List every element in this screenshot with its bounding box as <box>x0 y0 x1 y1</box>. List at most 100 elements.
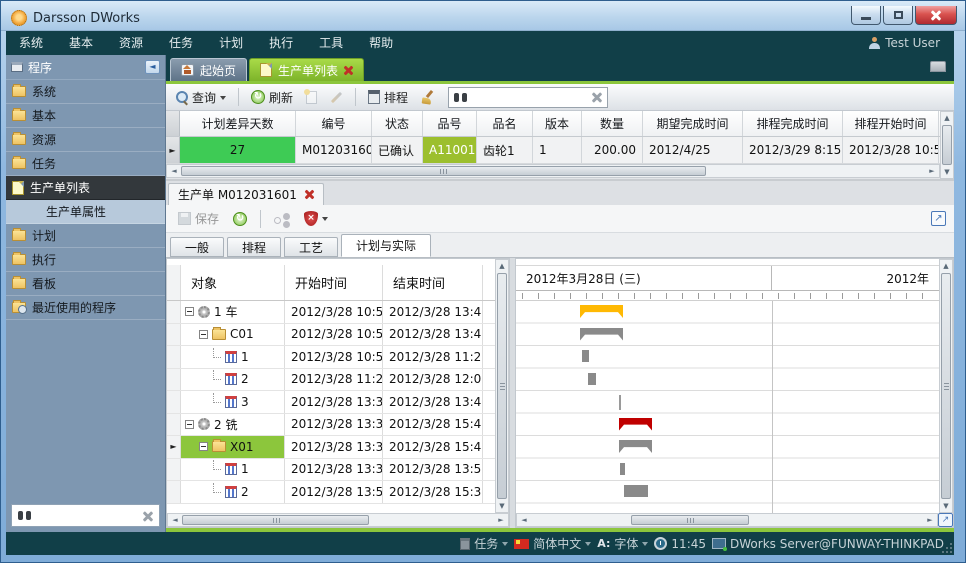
gantt-chart[interactable] <box>516 301 939 513</box>
object-cell[interactable]: X01 <box>181 436 285 458</box>
sidebar-item-2[interactable]: 资源 <box>6 128 165 152</box>
sidebar-item-7[interactable]: 执行 <box>6 248 165 272</box>
scroll-down-icon[interactable]: ▼ <box>939 500 953 512</box>
scroll-thumb[interactable] <box>942 125 952 165</box>
scroll-left-icon[interactable]: ◄ <box>167 165 181 177</box>
sidebar-collapse-button[interactable]: ◄ <box>145 60 160 74</box>
clear-search-icon[interactable] <box>592 92 602 102</box>
scroll-thumb[interactable] <box>182 515 369 525</box>
scroll-up-icon[interactable]: ▲ <box>939 260 953 272</box>
collapse-expander[interactable] <box>185 307 194 316</box>
close-tab-icon[interactable] <box>344 66 353 75</box>
gantt-vscrollbar[interactable]: ▲ ▼ <box>939 259 953 513</box>
gantt-bar-4[interactable] <box>619 395 621 410</box>
tree-row-8[interactable]: 22012/3/28 13:502012/3/28 15:30 <box>167 481 495 504</box>
collapse-expander[interactable] <box>199 442 208 451</box>
object-cell[interactable]: 1 车 <box>181 301 285 323</box>
open-external-icon[interactable]: ↗ <box>931 211 946 226</box>
gantt-bar-2[interactable] <box>582 350 589 362</box>
menu-item-6[interactable]: 工具 <box>306 31 356 55</box>
scroll-left-icon[interactable]: ◄ <box>517 514 531 526</box>
orders-grid-hscrollbar[interactable]: ◄ ► <box>166 164 940 178</box>
sidebar-item-8[interactable]: 看板 <box>6 272 165 296</box>
scroll-thumb[interactable] <box>631 515 749 525</box>
collapse-expander[interactable] <box>199 330 208 339</box>
orders-grid-vscrollbar[interactable]: ▲ ▼ <box>940 111 954 179</box>
maximize-button[interactable] <box>883 6 913 25</box>
menu-item-7[interactable]: 帮助 <box>356 31 406 55</box>
grid-search-input[interactable] <box>448 87 608 108</box>
object-cell[interactable]: 2 铣 <box>181 414 285 436</box>
gantt-hscrollbar[interactable]: ◄ ► <box>516 513 938 527</box>
scroll-up-icon[interactable]: ▲ <box>940 112 954 124</box>
object-cell[interactable]: 2 <box>181 369 285 391</box>
gantt-bar-6[interactable] <box>619 440 652 453</box>
tree-vscrollbar[interactable]: ▲ ▼ <box>495 259 509 513</box>
gantt-bar-3[interactable] <box>588 373 596 385</box>
object-cell[interactable]: C01 <box>181 324 285 346</box>
gantt-bar-0[interactable] <box>580 305 623 318</box>
gantt-bar-5[interactable] <box>619 418 652 431</box>
flow-button[interactable] <box>270 211 294 227</box>
scroll-thumb[interactable] <box>181 166 706 176</box>
clear-search-icon[interactable] <box>143 511 153 521</box>
clean-button[interactable] <box>417 88 439 106</box>
tab-1[interactable]: 生产单列表 <box>249 58 364 81</box>
object-cell[interactable]: 3 <box>181 391 285 413</box>
tree-row-5[interactable]: 2 铣2012/3/28 13:302012/3/28 15:40 <box>167 414 495 437</box>
scroll-right-icon[interactable]: ► <box>923 514 937 526</box>
object-cell[interactable]: 1 <box>181 459 285 481</box>
sidebar-item-1[interactable]: 基本 <box>6 104 165 128</box>
menu-item-3[interactable]: 任务 <box>156 31 206 55</box>
gantt-zoom-icon[interactable]: ↗ <box>938 513 953 527</box>
subtab-1[interactable]: 排程 <box>227 237 281 257</box>
doc-tab[interactable]: 生产单 M012031601 <box>168 183 324 205</box>
sidebar-item-4[interactable]: 生产单列表 <box>6 176 165 200</box>
refresh-button[interactable]: ↻ 刷新 <box>247 87 297 108</box>
scroll-down-icon[interactable]: ▼ <box>940 166 954 178</box>
tree-row-1[interactable]: C012012/3/28 10:522012/3/28 13:40 <box>167 324 495 347</box>
status-language[interactable]: 简体中文 <box>514 535 591 552</box>
sidebar-item-3[interactable]: 任务 <box>6 152 165 176</box>
gantt-bar-1[interactable] <box>580 328 623 341</box>
schedule-button[interactable]: 排程 <box>364 87 412 108</box>
gantt-bar-7[interactable] <box>620 463 625 475</box>
menu-item-4[interactable]: 计划 <box>206 31 256 55</box>
gantt-bar-8[interactable] <box>624 485 648 497</box>
tree-row-7[interactable]: 12012/3/28 13:302012/3/28 13:50 <box>167 459 495 482</box>
menu-item-0[interactable]: 系统 <box>6 31 56 55</box>
menu-item-5[interactable]: 执行 <box>256 31 306 55</box>
tree-row-4[interactable]: 32012/3/28 13:302012/3/28 13:40 <box>167 391 495 414</box>
object-cell[interactable]: 2 <box>181 481 285 503</box>
tree-row-0[interactable]: 1 车2012/3/28 10:522012/3/28 13:40 <box>167 301 495 324</box>
menu-item-2[interactable]: 资源 <box>106 31 156 55</box>
tree-row-6[interactable]: ►X012012/3/28 13:302012/3/28 15:40 <box>167 436 495 459</box>
orders-grid-row[interactable]: ►27M012031601已确认A11001齿轮11200.002012/4/2… <box>166 137 940 164</box>
close-button[interactable] <box>915 6 957 25</box>
sidebar-item-6[interactable]: 计划 <box>6 224 165 248</box>
subtab-3[interactable]: 计划与实际 <box>341 234 431 257</box>
scroll-left-icon[interactable]: ◄ <box>168 514 182 526</box>
sidebar-item-5[interactable]: 生产单属性 <box>6 200 165 224</box>
scroll-right-icon[interactable]: ► <box>925 165 939 177</box>
resize-grip[interactable] <box>950 551 952 553</box>
new-button[interactable] <box>302 89 321 106</box>
tree-row-2[interactable]: 12012/3/28 10:522012/3/28 11:22 <box>167 346 495 369</box>
user-indicator[interactable]: Test User <box>869 36 954 50</box>
scroll-down-icon[interactable]: ▼ <box>495 500 509 512</box>
scroll-right-icon[interactable]: ► <box>494 514 508 526</box>
query-button[interactable]: 查询 <box>172 87 230 108</box>
tree-hscrollbar[interactable]: ◄ ► <box>167 513 509 527</box>
sidebar-item-9[interactable]: 最近使用的程序 <box>6 296 165 320</box>
scroll-up-icon[interactable]: ▲ <box>495 260 509 272</box>
menu-item-1[interactable]: 基本 <box>56 31 106 55</box>
dock-panel-icon[interactable] <box>930 61 946 72</box>
collapse-expander[interactable] <box>185 420 194 429</box>
status-font[interactable]: A: 字体 <box>597 535 648 552</box>
tree-row-3[interactable]: 22012/3/28 11:222012/3/28 12:00 <box>167 369 495 392</box>
scroll-thumb[interactable] <box>941 273 951 499</box>
sidebar-item-0[interactable]: 系统 <box>6 80 165 104</box>
edit-button[interactable] <box>326 94 347 101</box>
validate-button[interactable]: × <box>300 209 332 228</box>
minimize-button[interactable] <box>851 6 881 25</box>
